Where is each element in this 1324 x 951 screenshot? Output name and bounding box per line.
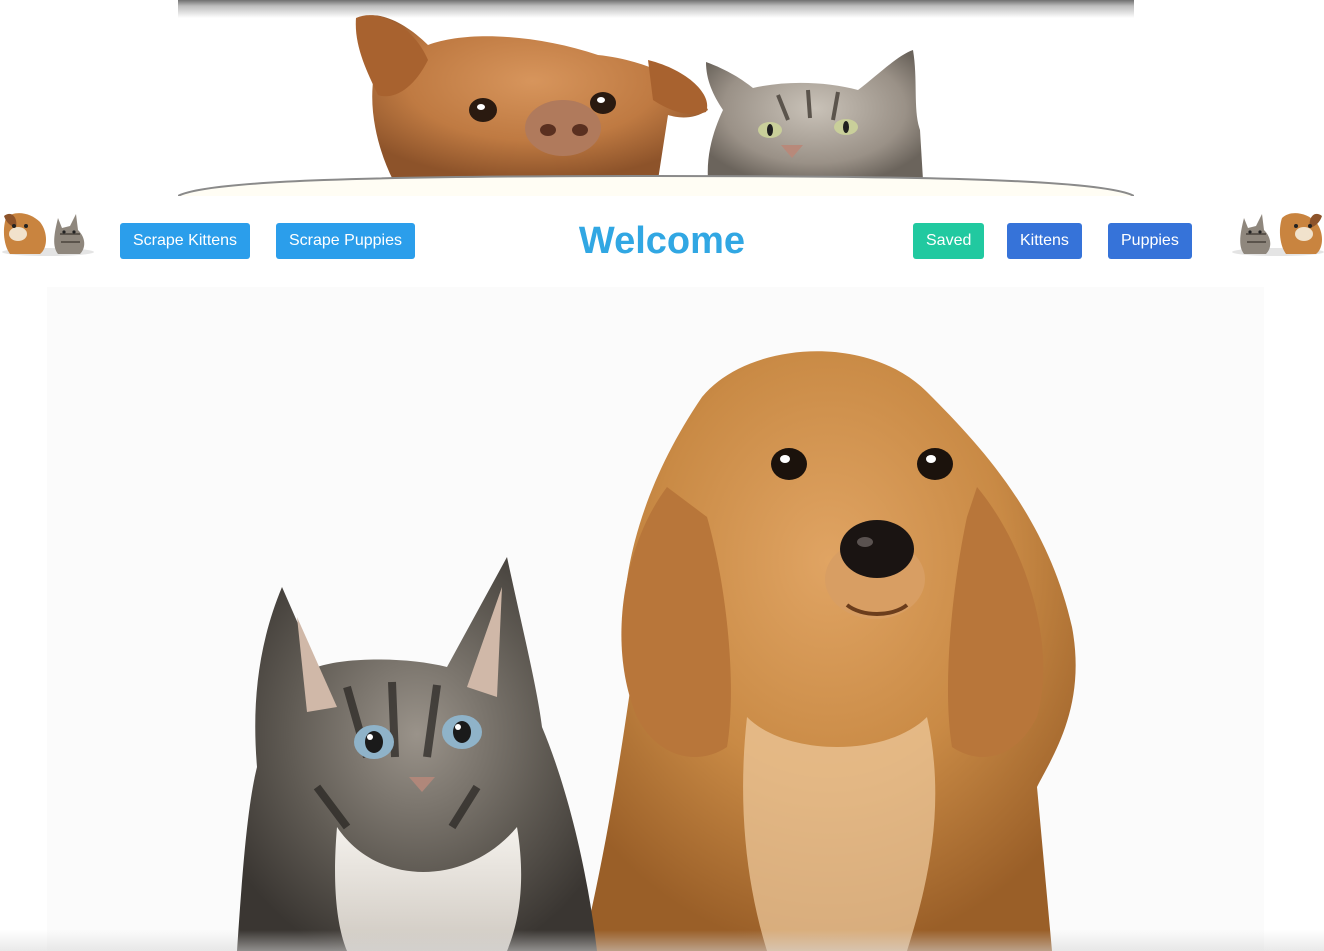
dog-cat-peeking-illustration	[178, 15, 1134, 196]
navigation-bar: Scrape Kittens Scrape Puppies Welcome Sa…	[0, 196, 1324, 286]
dog-and-cat-icon-right	[1232, 213, 1324, 256]
dog-head	[355, 15, 708, 180]
kittens-button[interactable]: Kittens	[1007, 223, 1082, 259]
dog-and-cat-icon-left	[2, 213, 94, 256]
scrape-puppies-button[interactable]: Scrape Puppies	[276, 223, 415, 259]
puppy	[582, 351, 1076, 951]
puppies-button[interactable]: Puppies	[1108, 223, 1192, 259]
saved-button[interactable]: Saved	[913, 223, 985, 259]
cat-head	[706, 50, 923, 180]
kitten-and-puppy-illustration	[237, 351, 1076, 951]
page-bottom-shadow	[0, 930, 1324, 951]
kitten	[237, 557, 597, 951]
scrape-kittens-button[interactable]: Scrape Kittens	[120, 223, 251, 259]
hero-image	[47, 287, 1264, 951]
header-banner-image	[178, 0, 1134, 196]
